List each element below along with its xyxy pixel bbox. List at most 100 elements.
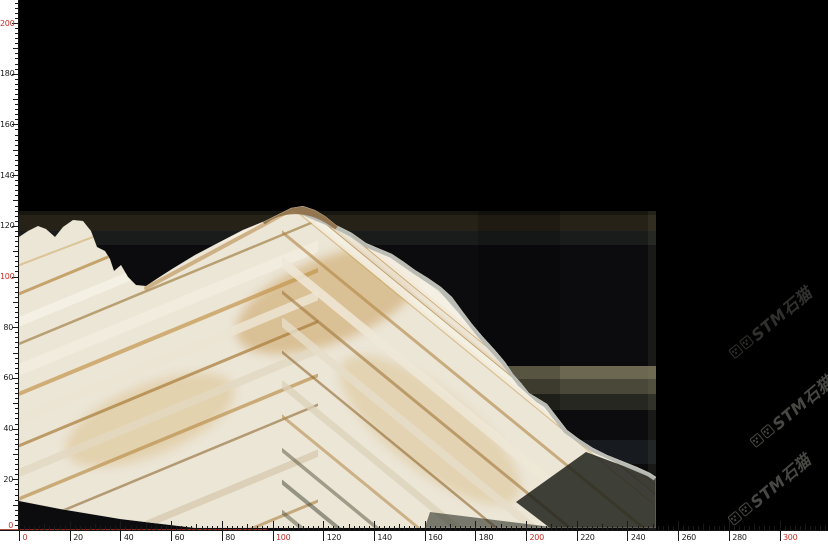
tick [12,530,18,531]
tick [445,526,446,530]
bottom-ruler-axis-line [0,530,828,531]
tick [810,526,811,530]
tick-label: 160 [428,533,442,542]
tick [15,18,19,19]
tick [409,526,410,530]
tick-label: 120 [327,533,341,542]
tick [521,526,522,530]
tick [90,526,91,530]
tick [15,109,19,110]
tick [186,526,187,530]
tick [15,312,19,313]
tick [15,408,19,409]
tick [744,526,745,530]
tick [237,526,238,530]
tick [470,526,471,530]
tick [602,524,603,531]
tick [105,526,106,530]
tick [13,251,18,252]
tick [15,271,19,272]
tick [110,526,111,530]
tick [13,403,18,404]
tick [242,526,243,530]
tick [820,526,821,530]
tick [217,526,218,530]
tick-label: 220 [580,533,594,542]
tick-label: 140 [377,533,391,542]
tick [359,526,360,530]
tick-label: 40 [0,424,13,433]
tick [15,221,19,222]
tick [131,526,132,530]
tick [15,119,19,120]
tick [181,526,182,530]
tick [658,526,659,530]
tick [15,282,19,283]
tick [759,526,760,530]
tick [805,524,806,531]
tick [435,526,436,530]
tick [703,524,704,531]
tick [15,180,19,181]
tick [15,439,19,440]
tick [13,200,18,201]
tick [227,526,228,530]
tick [15,307,19,308]
tick [15,236,19,237]
tick [15,206,19,207]
tick-label: 20 [0,475,13,484]
tick [709,526,710,530]
slab-image[interactable] [0,0,828,550]
tick [800,526,801,530]
tick [15,13,19,14]
tick [15,145,19,146]
tick [15,464,19,465]
tick [15,241,19,242]
tick [496,526,497,530]
tick [607,526,608,530]
tick [653,524,654,531]
tick [648,526,649,530]
tick [567,526,568,530]
tick [15,38,19,39]
tick [592,526,593,530]
tick [191,526,192,530]
tick-label: 160 [0,120,13,129]
tick [15,140,19,141]
tick [171,521,172,530]
tick [475,531,476,541]
tick [15,434,19,435]
tick [136,526,137,530]
tick [60,526,61,530]
tick [15,185,19,186]
tick-label: 40 [124,533,134,542]
tick-label: 200 [0,19,13,28]
tick [207,526,208,530]
tick [749,526,750,530]
tick [475,521,476,530]
tick [232,526,233,530]
tick [582,526,583,530]
tick [283,526,284,530]
tick [384,526,385,530]
tick [247,524,248,531]
tick [404,526,405,530]
tick [15,160,19,161]
tick [769,526,770,530]
tick [338,526,339,530]
tick [754,524,755,531]
tick [15,317,19,318]
tick [572,526,573,530]
tick-label: 140 [0,171,13,180]
tick [34,526,35,530]
tick [15,322,19,323]
tick [774,526,775,530]
tick [15,510,19,511]
tick-label: 100 [0,272,13,281]
tick [273,531,274,541]
tick [15,28,19,29]
tick-label: 180 [0,69,13,78]
tick [425,531,426,541]
tick [546,526,547,530]
tick [278,526,279,530]
